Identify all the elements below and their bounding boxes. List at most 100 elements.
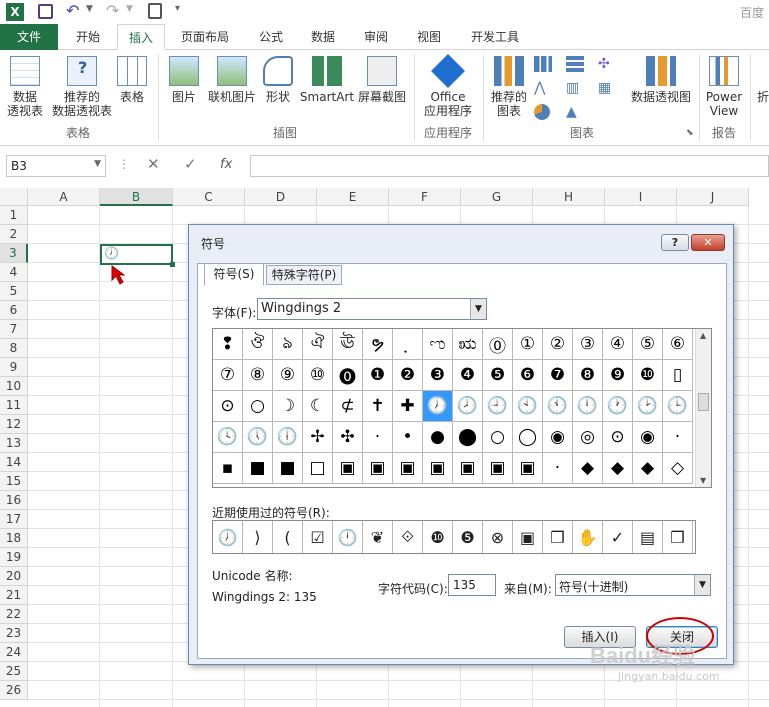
recent-symbol-cell[interactable]: ⊗: [483, 521, 513, 553]
column-header-d[interactable]: D: [245, 188, 317, 206]
cancel-icon[interactable]: ✕: [147, 155, 160, 173]
symbol-cell[interactable]: ■: [273, 453, 303, 484]
bar-chart-icon[interactable]: [566, 56, 584, 72]
row-header-12[interactable]: 12: [0, 415, 28, 434]
save-icon[interactable]: [38, 4, 53, 19]
row-header-2[interactable]: 2: [0, 225, 28, 244]
symbol-cell[interactable]: 🕐: [603, 391, 633, 422]
symbol-cell[interactable]: 🕛: [573, 391, 603, 422]
undo-dropdown-icon[interactable]: ▼: [86, 4, 93, 14]
symbol-cell[interactable]: ◆: [573, 453, 603, 484]
symbol-cell[interactable]: ⑧: [243, 360, 273, 391]
row-header-3[interactable]: 3: [0, 244, 28, 263]
symbol-cell[interactable]: □: [303, 453, 333, 484]
column-header-b[interactable]: B: [100, 188, 173, 206]
recent-symbol-cell[interactable]: 🕛: [333, 521, 363, 553]
symbol-cell[interactable]: ❸: [423, 360, 453, 391]
symbol-cell[interactable]: ⑨: [273, 360, 303, 391]
selected-cell-b3[interactable]: 🕖: [100, 244, 175, 267]
row-header-17[interactable]: 17: [0, 510, 28, 529]
symbol-cell[interactable]: ຯ: [363, 329, 393, 360]
symbol-cell[interactable]: ◉: [633, 422, 663, 453]
name-box-dropdown-icon[interactable]: ▼: [94, 159, 101, 169]
row-header-9[interactable]: 9: [0, 358, 28, 377]
row-header-7[interactable]: 7: [0, 320, 28, 339]
symbol-cell[interactable]: ⊙: [603, 422, 633, 453]
symbol-cell[interactable]: ①: [513, 329, 543, 360]
hierarchy-chart-icon[interactable]: ✣: [598, 56, 616, 72]
recommended-pivot-button[interactable]: ? 推荐的 数据透视表: [52, 56, 112, 118]
tab-page-layout[interactable]: 页面布局: [172, 24, 238, 50]
symbol-cell[interactable]: ✝: [363, 391, 393, 422]
symbol-cell[interactable]: ❺: [483, 360, 513, 391]
symbol-cell[interactable]: ⊙: [213, 391, 243, 422]
tab-symbols[interactable]: 符号(S): [204, 263, 264, 285]
symbol-cell[interactable]: ঔ: [243, 329, 273, 360]
tab-formulas[interactable]: 公式: [248, 24, 294, 50]
symbol-cell[interactable]: ঌ: [273, 329, 303, 360]
symbol-cell[interactable]: 🕒: [663, 391, 693, 422]
more-button[interactable]: 折: [756, 90, 769, 104]
symbol-cell[interactable]: 🕚: [543, 391, 573, 422]
screenshot-button[interactable]: 屏幕截图: [356, 56, 408, 104]
symbol-cell[interactable]: ◉: [543, 422, 573, 453]
tab-developer[interactable]: 开发工具: [460, 24, 530, 50]
symbol-cell[interactable]: 🕗: [453, 391, 483, 422]
tab-insert[interactable]: 插入: [117, 24, 165, 50]
recent-symbol-cell[interactable]: ❒: [543, 521, 573, 553]
recent-symbol-cell[interactable]: ⟩: [243, 521, 273, 553]
row-header-11[interactable]: 11: [0, 396, 28, 415]
symbol-cell[interactable]: •: [393, 422, 423, 453]
recent-symbol-cell[interactable]: ❿: [423, 521, 453, 553]
symbol-grid[interactable]: ❢ঔঌঐঊຯฺಌಋ⓪①②③④⑤⑥⑦⑧⑨⑩⓿❶❷❸❹❺❻❼❽❾❿▯⊙○☽☾⊄✝✚🕖…: [212, 328, 712, 488]
line-chart-icon[interactable]: ⋀: [534, 80, 552, 96]
symbol-cell[interactable]: ·: [663, 422, 693, 453]
row-header-5[interactable]: 5: [0, 282, 28, 301]
symbol-cell[interactable]: 🕑: [633, 391, 663, 422]
scroll-down-icon[interactable]: ▼: [700, 476, 706, 485]
scroll-up-icon[interactable]: ▲: [700, 331, 706, 340]
formula-input[interactable]: [250, 155, 769, 177]
column-header-e[interactable]: E: [317, 188, 389, 206]
row-header-26[interactable]: 26: [0, 681, 28, 700]
area-chart-icon[interactable]: ▲: [566, 104, 584, 120]
symbol-cell[interactable]: 🕔: [243, 422, 273, 453]
recent-symbols[interactable]: 🕖 ⟩(☑ 🕛 ❦ ⟐ ❿ ❺ ⊗ ▣ ❒ ✋ ✓ ▤ ❒: [212, 520, 696, 554]
recent-symbol-cell[interactable]: ☑: [303, 521, 333, 553]
symbol-cell[interactable]: ▯: [663, 360, 693, 391]
redo-icon[interactable]: ↷: [106, 1, 119, 20]
recent-symbol-cell[interactable]: ▤: [633, 521, 663, 553]
symbol-cell[interactable]: ◇: [663, 453, 693, 484]
symbol-cell[interactable]: ▣: [393, 453, 423, 484]
column-chart-icon[interactable]: [534, 56, 552, 72]
pivot-chart-button[interactable]: 数据透视图: [628, 56, 694, 104]
symbol-cell[interactable]: ⓪: [483, 329, 513, 360]
recommended-charts-button[interactable]: 推荐的 图表: [488, 56, 530, 118]
symbol-cell[interactable]: ■: [243, 453, 273, 484]
scroll-thumb[interactable]: [698, 393, 709, 411]
recent-symbol-cell[interactable]: ⟐: [393, 521, 423, 553]
enter-icon[interactable]: ✓: [184, 155, 197, 173]
symbol-cell[interactable]: ▣: [483, 453, 513, 484]
row-header-6[interactable]: 6: [0, 301, 28, 320]
row-header-15[interactable]: 15: [0, 472, 28, 491]
symbol-cell[interactable]: ⑩: [303, 360, 333, 391]
row-header-4[interactable]: 4: [0, 263, 28, 282]
symbol-cell[interactable]: ❼: [543, 360, 573, 391]
row-header-22[interactable]: 22: [0, 605, 28, 624]
shapes-button[interactable]: 形状: [260, 56, 296, 104]
pivot-table-button[interactable]: 数据 透视表: [4, 56, 46, 118]
power-view-button[interactable]: Power View: [702, 56, 746, 118]
recent-symbol-cell[interactable]: ❦: [363, 521, 393, 553]
symbol-cell[interactable]: ☾: [303, 391, 333, 422]
office-apps-button[interactable]: Office 应用程序: [418, 54, 478, 118]
tab-home[interactable]: 开始: [62, 24, 114, 50]
font-dropdown-icon[interactable]: ▼: [470, 299, 486, 319]
symbol-cell[interactable]: ③: [573, 329, 603, 360]
row-header-18[interactable]: 18: [0, 529, 28, 548]
symbol-cell[interactable]: ▣: [363, 453, 393, 484]
symbol-cell[interactable]: ·: [363, 422, 393, 453]
recent-symbol-cell[interactable]: ✋: [573, 521, 603, 553]
row-header-21[interactable]: 21: [0, 586, 28, 605]
name-box[interactable]: B3 ▼: [6, 155, 106, 177]
